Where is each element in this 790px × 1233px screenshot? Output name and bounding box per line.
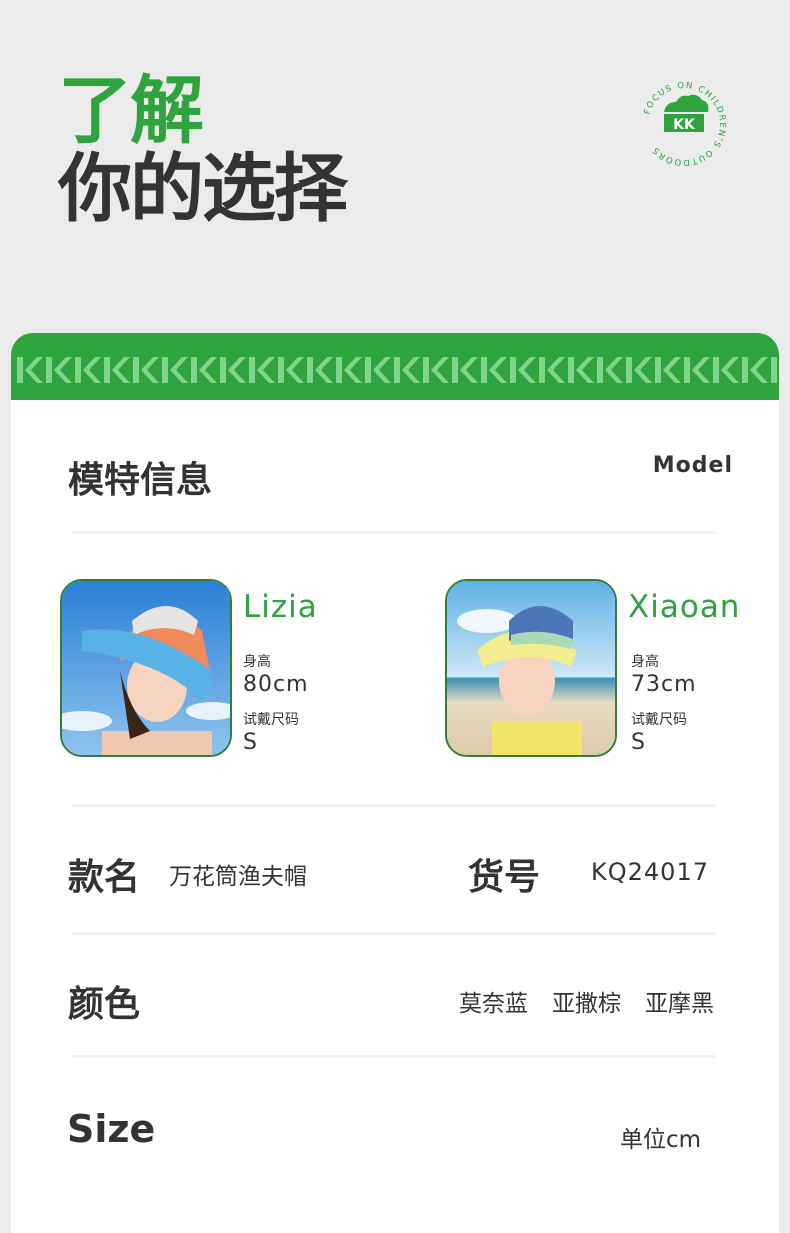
- k-pattern-mark: [220, 357, 246, 383]
- divider: [71, 531, 716, 534]
- k-pattern-mark: [452, 357, 478, 383]
- k-pattern-mark: [568, 357, 594, 383]
- k-pattern-mark: [713, 357, 739, 383]
- k-pattern-mark: [539, 357, 565, 383]
- size-value: S: [631, 730, 646, 755]
- k-pattern-mark: [104, 357, 130, 383]
- k-pattern-mark: [46, 357, 72, 383]
- color-option: 亚摩黑: [645, 991, 714, 1017]
- size-label: 试戴尺码: [631, 712, 687, 728]
- brand-logo: FOCUS ON CHILDREN'S OUTDOORS KK: [636, 76, 732, 172]
- k-pattern-mark: [510, 357, 536, 383]
- size-unit: 单位cm: [620, 1127, 702, 1153]
- k-pattern-mark: [75, 357, 101, 383]
- divider: [71, 932, 716, 935]
- size-value: S: [243, 730, 258, 755]
- k-pattern-mark: [655, 357, 681, 383]
- model-photo-lizia: [60, 579, 232, 757]
- pattern-band: [11, 333, 779, 400]
- model-photo-xiaoan: [445, 579, 617, 757]
- k-pattern-mark: [249, 357, 275, 383]
- k-pattern-mark: [365, 357, 391, 383]
- k-pattern-mark: [17, 357, 43, 383]
- height-label: 身高: [631, 654, 659, 670]
- height-value: 80cm: [243, 672, 309, 697]
- height-value: 73cm: [631, 672, 697, 697]
- k-pattern-strip: [17, 357, 779, 383]
- k-pattern-mark: [771, 357, 779, 383]
- info-card: 模特信息 Model Lizia 身高 80cm 试戴尺码 S Xiaoan 身…: [11, 333, 779, 1233]
- k-pattern-mark: [684, 357, 710, 383]
- page-headline: 了解 你的选择: [58, 68, 348, 232]
- product-name-value: 万花筒渔夫帽: [169, 864, 307, 890]
- sku-value: KQ24017: [591, 858, 709, 886]
- color-label: 颜色: [68, 984, 141, 1025]
- k-pattern-mark: [307, 357, 333, 383]
- k-pattern-mark: [278, 357, 304, 383]
- color-option: 莫奈蓝: [459, 991, 528, 1017]
- product-name-label: 款名: [68, 857, 141, 898]
- k-pattern-mark: [336, 357, 362, 383]
- k-pattern-mark: [742, 357, 768, 383]
- k-pattern-mark: [597, 357, 623, 383]
- k-pattern-mark: [626, 357, 652, 383]
- size-label: 试戴尺码: [243, 712, 299, 728]
- k-pattern-mark: [191, 357, 217, 383]
- height-label: 身高: [243, 654, 271, 670]
- k-pattern-mark: [133, 357, 159, 383]
- model-name-lizia: Lizia: [243, 589, 318, 625]
- model-section-title: 模特信息: [68, 460, 213, 501]
- model-name-xiaoan: Xiaoan: [628, 589, 741, 625]
- logo-badge-text: KK: [673, 117, 696, 133]
- k-pattern-mark: [394, 357, 420, 383]
- divider: [71, 804, 716, 807]
- divider: [71, 1055, 716, 1058]
- size-section-label: Size: [67, 1107, 156, 1151]
- sku-label: 货号: [468, 857, 541, 898]
- color-option: 亚撒棕: [552, 991, 621, 1017]
- model-section-title-en: Model: [652, 453, 733, 478]
- headline-line-1: 了解: [58, 68, 204, 154]
- k-pattern-mark: [423, 357, 449, 383]
- k-pattern-mark: [162, 357, 188, 383]
- headline-line-2: 你的选择: [58, 146, 348, 232]
- k-pattern-mark: [481, 357, 507, 383]
